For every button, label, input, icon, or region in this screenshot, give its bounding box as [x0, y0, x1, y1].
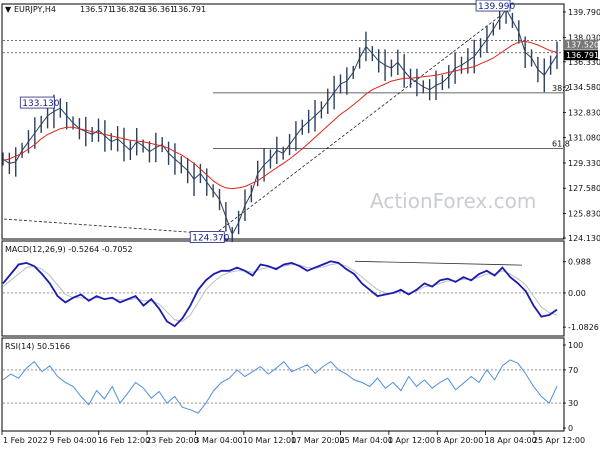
x-tick-label: 8 Apr 20:00	[436, 436, 483, 445]
x-tick-label: 18 Apr 04:00	[485, 436, 537, 445]
header-high: 136.826	[111, 5, 144, 14]
x-tick-label: 16 Feb 12:00	[98, 436, 150, 445]
x-tick-label: 1 Apr 12:00	[388, 436, 435, 445]
x-tick-label: 25 Mar 04:00	[340, 436, 393, 445]
macd-panel-frame	[1, 240, 565, 337]
header-open: 136.571	[80, 5, 113, 14]
macd-tick-label: -1.0826	[568, 323, 599, 332]
rsi-tick-label: 30	[568, 399, 578, 408]
price-tick-label: 139.790	[568, 8, 600, 17]
price-tick-label: 125.830	[568, 209, 600, 218]
x-tick-label: 1 Feb 2022	[3, 436, 48, 445]
rsi-tick-label: 0	[568, 424, 573, 433]
watermark: ActionForex.com	[370, 189, 536, 213]
rsi-title: RSI(14) 50.5166	[5, 342, 70, 351]
rsi-tick-label: 70	[568, 366, 578, 375]
macd-tick-label: 0.988	[568, 258, 591, 267]
macd-title: MACD(12,26,9) -0.5264 -0.7052	[5, 245, 133, 254]
x-tick-label: 23 Feb 20:00	[146, 436, 198, 445]
x-tick-label: 9 Feb 04:00	[49, 436, 96, 445]
x-tick-label: 25 Apr 12:00	[533, 436, 585, 445]
rsi-tick-label: 100	[568, 341, 583, 350]
price-tick-label: 131.080	[568, 134, 600, 143]
price-tick-label: 127.580	[568, 184, 600, 193]
header-close: 136.791	[173, 5, 206, 14]
price-tick-label: 129.330	[568, 159, 600, 168]
x-tick-label: 10 Mar 12:00	[243, 436, 296, 445]
header-low: 136.361	[142, 5, 175, 14]
x-tick-label: 17 Mar 20:00	[291, 436, 344, 445]
price-annotation-label: 133.130	[22, 99, 59, 109]
macd-tick-label: 0.00	[568, 289, 586, 298]
price-annotation-label: 139.990	[478, 2, 515, 12]
price-tick-label: 134.580	[568, 83, 600, 92]
header-arrow: ▼	[5, 5, 12, 14]
chart-canvas: ActionForex.com ▼ EURJPY,H4 136.571 136.…	[1, 0, 600, 445]
price-tick-label: 124.130	[568, 234, 600, 243]
header-symbol: EURJPY,H4	[14, 5, 56, 14]
rsi-panel-frame	[1, 337, 565, 432]
x-axis: 1 Feb 2022 9 Feb 04:00 16 Feb 12:0023 Feb …	[1, 431, 585, 445]
price-annotation-label: 124.370	[192, 234, 229, 244]
price-tick-label: 132.830	[568, 108, 600, 117]
price-tag-label: 137.520	[566, 41, 599, 50]
price-tag-label: 136.791	[566, 51, 599, 60]
x-tick-label: 3 Mar 04:00	[194, 436, 242, 445]
